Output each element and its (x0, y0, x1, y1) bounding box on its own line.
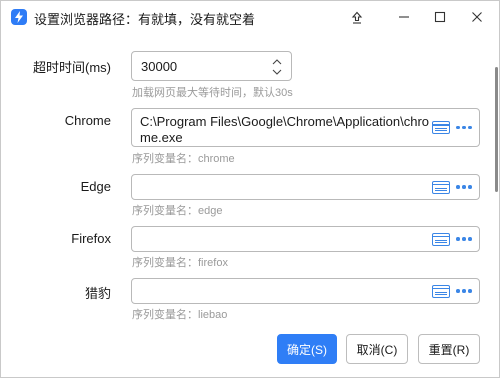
minimize-icon (398, 11, 410, 23)
chrome-hint: 序列变量名：chrome (132, 153, 235, 165)
window-icon[interactable] (431, 180, 450, 194)
firefox-hint: 序列变量名：firefox (132, 257, 228, 269)
timeout-hint: 加载网页最大等待时间，默认30s (132, 87, 293, 99)
chrome-label: Chrome (64, 113, 111, 128)
more-icon[interactable] (455, 125, 473, 130)
title-bar[interactable]: 设置浏览器路径：有就填，没有就空着 (1, 1, 499, 33)
pin-button[interactable] (339, 1, 375, 33)
cancel-button[interactable]: 取消(C) (346, 334, 408, 364)
edge-path-field[interactable] (131, 174, 480, 200)
timeout-label: 超时时间(ms) (33, 60, 111, 75)
minimize-button[interactable] (386, 1, 422, 33)
pin-icon (351, 11, 363, 24)
window-icon[interactable] (431, 232, 450, 246)
liebao-hint: 序列变量名：liebao (132, 309, 228, 321)
window-title: 设置浏览器路径：有就填，没有就空着 (34, 12, 256, 27)
window-icon[interactable] (431, 284, 450, 298)
confirm-button[interactable]: 确定(S) (277, 334, 337, 364)
edge-label: Edge (80, 179, 111, 194)
more-icon[interactable] (455, 237, 473, 241)
more-icon[interactable] (455, 185, 473, 189)
vertical-scrollbar[interactable] (494, 33, 499, 321)
more-icon[interactable] (455, 289, 473, 293)
settings-form: 超时时间(ms) 30000 加载网页最大等待时间，默认30s Chrome C… (1, 33, 493, 321)
firefox-label: Firefox (71, 231, 111, 246)
chrome-path-value[interactable]: C:\Program Files\Google\Chrome\Applicati… (140, 114, 430, 146)
timeout-value[interactable]: 30000 (141, 59, 177, 74)
maximize-button[interactable] (422, 1, 458, 33)
firefox-path-field[interactable] (131, 226, 480, 252)
window-icon[interactable] (431, 121, 450, 134)
edge-hint: 序列变量名：edge (132, 205, 223, 217)
dialog-footer: 确定(S) 取消(C) 重置(R) (1, 321, 499, 377)
chrome-path-field[interactable]: C:\Program Files\Google\Chrome\Applicati… (131, 108, 480, 147)
maximize-icon (434, 11, 446, 23)
close-icon (471, 11, 483, 23)
close-button[interactable] (459, 1, 495, 33)
scrollbar-thumb[interactable] (495, 67, 498, 192)
lightning-icon (11, 9, 27, 25)
spin-arrows-icon[interactable] (271, 57, 283, 77)
liebao-path-field[interactable] (131, 278, 480, 304)
dialog-window: 设置浏览器路径：有就填，没有就空着 超时时间(ms) 30000 加载网页最大等… (0, 0, 500, 378)
timeout-spinbox[interactable]: 30000 (131, 51, 292, 81)
reset-button[interactable]: 重置(R) (418, 334, 480, 364)
liebao-label: 猎豹 (84, 286, 111, 301)
